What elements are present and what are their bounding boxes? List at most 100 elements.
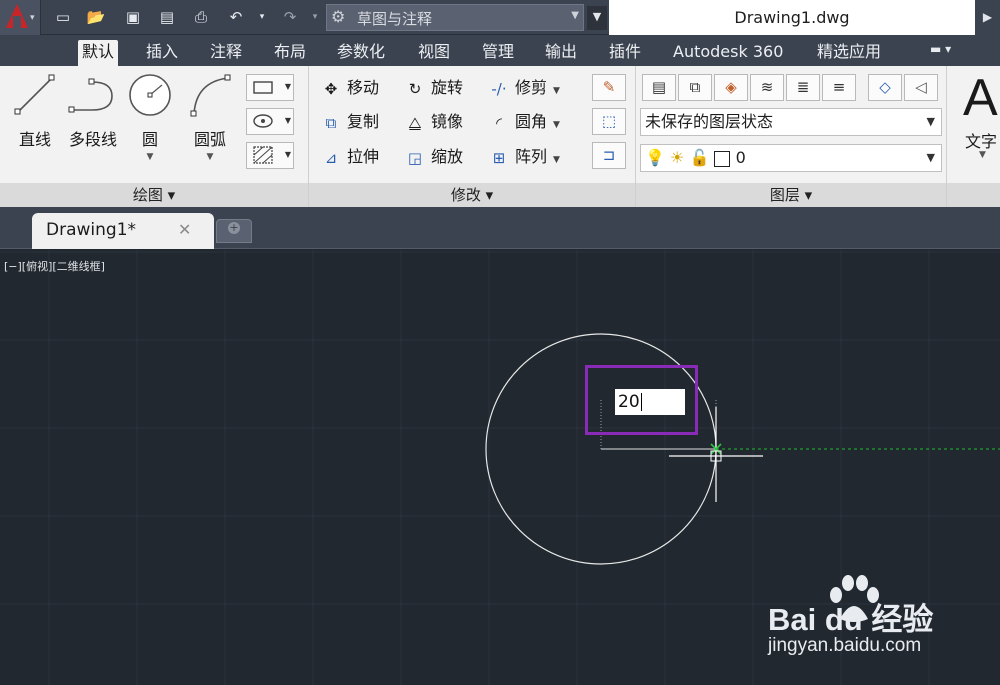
layer-freeze-icon[interactable]: ≣ <box>786 74 820 101</box>
arc-icon <box>190 74 231 117</box>
chevron-down-icon: ▼ <box>284 82 291 91</box>
unlock-icon: 🔓 <box>689 148 710 167</box>
tab-layout[interactable]: 布局 <box>270 40 310 66</box>
layers-panel-title-text: 图层 <box>769 186 800 204</box>
undo-dropdown-icon[interactable]: ▾ <box>252 8 272 26</box>
save-as-icon[interactable]: ▤ <box>157 8 177 26</box>
undo-icon[interactable]: ↶ <box>226 8 246 26</box>
layer-previous-icon[interactable]: ≋ <box>750 74 784 101</box>
tab-view[interactable]: 视图 <box>414 40 454 66</box>
close-icon[interactable]: ✕ <box>178 220 191 239</box>
layer-state-dropdown[interactable]: 未保存的图层状态 ▼ <box>640 108 942 136</box>
layer-dropdown[interactable]: 💡 ☀ 🔓 0 ▼ <box>640 144 942 172</box>
boundary-icon <box>253 114 273 128</box>
new-file-icon[interactable]: ▭ <box>53 8 73 26</box>
open-folder-icon[interactable]: 📂 <box>86 8 106 26</box>
ribbon-options-icon[interactable]: ▬ ▾ <box>930 42 951 56</box>
tab-autodesk-360[interactable]: Autodesk 360 <box>669 40 787 66</box>
dynamic-input-field[interactable]: 20 <box>615 389 685 415</box>
polyline-label: 多段线 <box>68 130 117 149</box>
polyline-icon <box>68 78 113 113</box>
circle-label: 圆 <box>141 130 158 149</box>
fillet-icon: ◜ <box>496 113 502 132</box>
chevron-down-icon[interactable]: ▼ <box>126 152 174 162</box>
modify-panel: ✥ 移动 ↻ 旋转 -/· 修剪 ▼ ⧉ 复制 ⧋ 镜像 ◜ 圆角 ▼ ⊿ 拉伸 ◲ 缩放 ⊞ 阵列 ▼… <box>309 66 635 207</box>
line-label: 直线 <box>18 130 51 149</box>
redo-icon[interactable]: ↷ <box>280 8 300 26</box>
scale-icon: ◲ <box>407 148 423 167</box>
trim-tool[interactable]: -/· 修剪 ▼ <box>487 75 560 101</box>
rectangle-icon <box>253 81 273 94</box>
hatch-boundary-tool[interactable]: ▼ <box>246 108 294 135</box>
explode-icon[interactable]: ⬚ <box>592 108 626 135</box>
erase-icon[interactable]: ✎ <box>592 74 626 101</box>
mirror-icon: ⧋ <box>408 113 422 132</box>
draw-panel-title[interactable]: 绘图 ▾ <box>0 183 308 207</box>
trim-label: 修剪 <box>515 78 548 97</box>
tab-insert[interactable]: 插入 <box>142 40 182 66</box>
rectangle-tool[interactable]: ▼ <box>246 74 294 101</box>
layer-properties-icon[interactable]: ▤ <box>642 74 676 101</box>
layers-panel: ▤ ⧉ ◈ ≋ ≣ ≡ ◇ ◁ 未保存的图层状态 ▼ 💡 ☀ 🔓 0 ▼ 图层 … <box>636 66 946 207</box>
draw-panel-title-text: 绘图 <box>132 186 163 204</box>
copy-tool[interactable]: ⧉ 复制 <box>319 109 379 135</box>
lightbulb-icon: 💡 <box>645 148 665 167</box>
workspace-selector[interactable]: ⚙ 草图与注释 ▼ <box>326 4 584 31</box>
offset-icon[interactable]: ⊐ <box>592 142 626 169</box>
draw-panel: 直线 多段线 圆 ▼ 圆弧 ▼ ▼ ▼ ▼ 绘图 ▾ <box>0 66 308 207</box>
tab-parametric[interactable]: 参数化 <box>333 40 389 66</box>
stretch-tool[interactable]: ⊿ 拉伸 <box>319 144 379 170</box>
drawing-viewport[interactable]: [−][俯视][二维线框] 20 Bai du 经验 jingyan.baidu… <box>0 250 1000 685</box>
document-tab[interactable]: Drawing1* ✕ <box>32 213 214 249</box>
hatch-tool[interactable]: ▼ <box>246 142 294 169</box>
scale-tool[interactable]: ◲ 缩放 <box>403 144 463 170</box>
polyline-tool[interactable]: 多段线 <box>64 72 122 150</box>
rotate-label: 旋转 <box>431 78 464 97</box>
customize-toolbar-button[interactable]: ▼ <box>587 6 607 30</box>
circle-tool[interactable]: 圆 ▼ <box>126 72 174 162</box>
viewport-controls[interactable]: [−][俯视][二维线框] <box>4 258 105 274</box>
hatch-icon <box>253 146 273 164</box>
save-icon[interactable]: ▣ <box>123 8 143 26</box>
tab-annotate[interactable]: 注释 <box>206 40 246 66</box>
move-tool[interactable]: ✥ 移动 <box>319 75 379 101</box>
text-tool-icon[interactable]: A <box>963 68 998 128</box>
copy-label: 复制 <box>347 112 380 131</box>
line-tool[interactable]: 直线 <box>12 72 58 150</box>
arc-tool[interactable]: 圆弧 ▼ <box>186 72 234 162</box>
layer-unlock-icon[interactable]: ◁ <box>904 74 938 101</box>
array-tool[interactable]: ⊞ 阵列 ▼ <box>487 144 560 170</box>
circle-icon <box>129 74 171 116</box>
chevron-down-icon: ▼ <box>284 116 291 125</box>
chevron-down-icon: ▼ <box>571 10 579 21</box>
redo-dropdown-icon[interactable]: ▾ <box>305 8 325 26</box>
modify-panel-title[interactable]: 修改 ▾ <box>309 183 635 207</box>
fillet-tool[interactable]: ◜ 圆角 ▼ <box>487 109 560 135</box>
new-tab-button[interactable]: + <box>216 219 252 243</box>
workspace-name: 草图与注释 <box>357 10 433 28</box>
scale-label: 缩放 <box>431 147 464 166</box>
application-menu-button[interactable]: ▾ <box>0 0 41 35</box>
ribbon-panel: 直线 多段线 圆 ▼ 圆弧 ▼ ▼ ▼ ▼ 绘图 ▾ ✥ 移动 ↻ 旋转 -/·… <box>0 66 1000 207</box>
title-scroll-button[interactable]: ▶ <box>975 0 1000 35</box>
fillet-label: 圆角 <box>515 112 548 131</box>
layer-color-swatch <box>714 150 731 167</box>
layer-isolate-icon[interactable]: ◈ <box>714 74 748 101</box>
chevron-down-icon[interactable]: ▼ <box>979 150 986 160</box>
rotate-tool[interactable]: ↻ 旋转 <box>403 75 463 101</box>
window-title: Drawing1.dwg <box>609 0 975 35</box>
text-tool-label[interactable]: 文字 <box>965 128 997 152</box>
tab-featured-apps[interactable]: 精选应用 <box>813 40 885 66</box>
layers-panel-title[interactable]: 图层 ▾ <box>636 183 946 207</box>
layer-lock-icon[interactable]: ◇ <box>868 74 902 101</box>
document-tab-bar: Drawing1* ✕ + <box>0 207 1000 249</box>
layer-match-icon[interactable]: ⧉ <box>678 74 712 101</box>
mirror-tool[interactable]: ⧋ 镜像 <box>403 109 463 135</box>
layer-off-icon[interactable]: ≡ <box>822 74 856 101</box>
tab-plugins[interactable]: 插件 <box>605 40 645 66</box>
print-icon[interactable]: ⎙ <box>191 8 211 26</box>
tab-default[interactable]: 默认 <box>78 40 119 66</box>
tab-manage[interactable]: 管理 <box>478 40 518 66</box>
tab-output[interactable]: 输出 <box>541 40 581 66</box>
chevron-down-icon[interactable]: ▼ <box>186 152 234 162</box>
